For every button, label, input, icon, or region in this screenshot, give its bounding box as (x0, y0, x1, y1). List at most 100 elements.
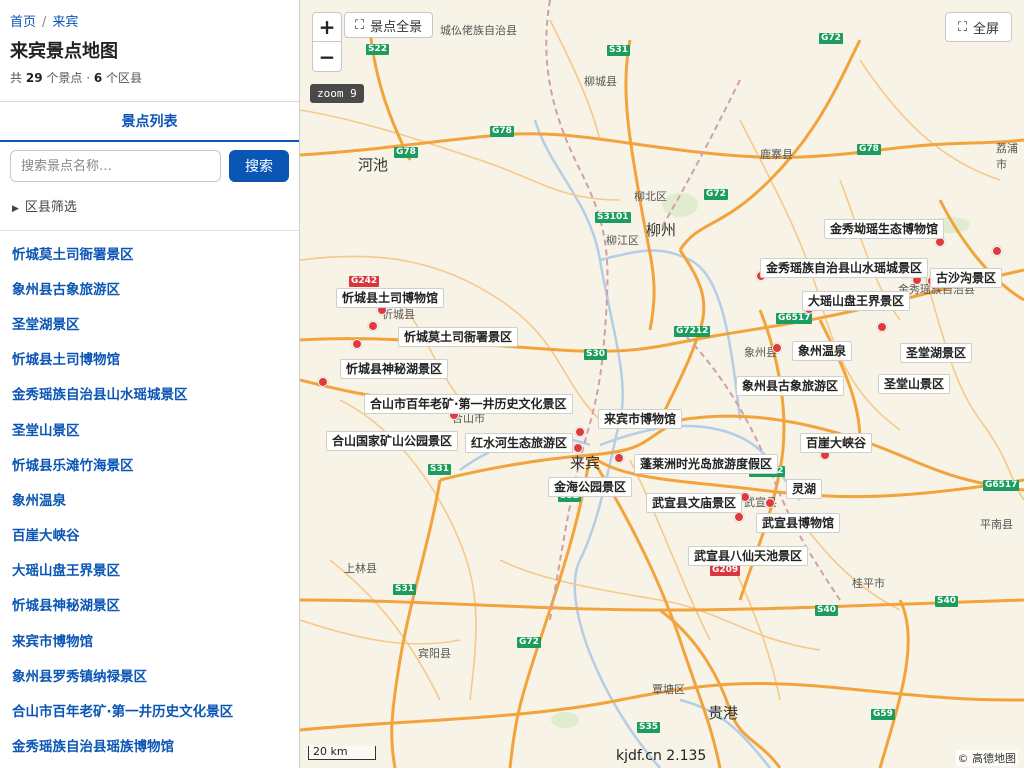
map-town-label: 覃塘区 (652, 683, 685, 696)
map-town-label: 宾阳县 (418, 647, 451, 660)
spot-map-label[interactable]: 红水河生态旅游区 (465, 433, 574, 453)
map-marker-pin[interactable] (734, 512, 744, 522)
spot-link[interactable]: 圣堂山景区 (12, 419, 80, 439)
spot-list-item[interactable]: 象州县古象旅游区 (0, 270, 299, 305)
spot-map-label[interactable]: 武宣县文庙景区 (646, 493, 743, 513)
spot-map-label[interactable]: 武宣县八仙天池景区 (688, 546, 809, 566)
district-count: 6 (93, 71, 103, 85)
spot-map-label[interactable]: 忻城莫土司衙署景区 (398, 327, 519, 347)
spot-map-label[interactable]: 忻城县神秘湖景区 (340, 359, 449, 379)
spot-link[interactable]: 忻城县神秘湖景区 (12, 594, 120, 614)
spot-list-item[interactable]: 象州县罗秀镇纳禄景区 (0, 657, 299, 692)
search-input[interactable] (10, 150, 221, 182)
tab-spot-list[interactable]: 景点列表 (0, 102, 299, 142)
spot-list-item[interactable]: 象州温泉 (0, 481, 299, 516)
spot-list-item[interactable]: 忻城莫土司衙署景区 (0, 235, 299, 270)
map[interactable]: 河池 柳州 来宾 贵港 城仫佬族自治县 柳城县 鹿寨县 柳北区 柳江区 象州县 合山市 武宣县 上林县宾… (300, 0, 1024, 768)
map-marker-pin[interactable] (352, 339, 362, 349)
spot-map-label[interactable]: 合山市百年老矿·第一井历史文化景区 (364, 394, 573, 414)
map-city-label: 河池 (358, 156, 389, 174)
spot-list-item[interactable]: 忻城县神秘湖景区 (0, 587, 299, 622)
spot-link[interactable]: 金秀瑶族自治县瑶族博物馆 (12, 735, 174, 755)
fullscreen-icon: ⛶ (957, 19, 967, 35)
road-shield: S31 (607, 45, 631, 56)
spot-link[interactable]: 忻城县土司博物馆 (12, 348, 120, 368)
spot-map-label[interactable]: 金秀坳瑶生态博物馆 (824, 219, 945, 239)
road-shield: S40 (935, 596, 959, 607)
map-marker-pin[interactable] (573, 443, 583, 453)
road-shield: S31 (393, 584, 417, 595)
spot-count: 29 (25, 71, 43, 85)
spot-link[interactable]: 合山市百年老矿·第一井历史文化景区 (12, 700, 233, 720)
spot-map-label[interactable]: 金海公园景区 (548, 477, 633, 497)
spot-link[interactable]: 忻城莫土司衙署景区 (12, 243, 134, 263)
full-view-button[interactable]: ⛶ 景点全景 (344, 12, 434, 38)
spot-map-label[interactable]: 合山国家矿山公园景区 (326, 431, 459, 451)
map-town-label: 荔浦市 (996, 142, 1018, 171)
search-row: 搜索 (0, 142, 299, 182)
spot-list-item[interactable]: 圣堂山景区 (0, 411, 299, 446)
spot-map-label[interactable]: 蓬莱洲时光岛旅游度假区 (634, 454, 779, 474)
spot-map-label[interactable]: 武宣县博物馆 (756, 513, 841, 533)
fullscreen-button[interactable]: ⛶ 全屏 (944, 12, 1012, 42)
map-town-label: 平南县 (980, 518, 1013, 531)
zoom-level-badge: zoom 9 (310, 84, 364, 103)
spot-map-label[interactable]: 灵湖 (786, 479, 823, 499)
map-town-label: 城仫佬族自治县 (440, 24, 517, 37)
road-shield: G242 (349, 276, 380, 287)
map-marker-pin[interactable] (992, 246, 1002, 256)
map-marker-pin[interactable] (368, 321, 378, 331)
road-shield: G78 (394, 147, 418, 158)
map-marker-pin[interactable] (614, 453, 624, 463)
map-marker-pin[interactable] (765, 498, 775, 508)
breadcrumb-home[interactable]: 首页 (10, 15, 36, 30)
road-shield: G78 (490, 126, 514, 137)
map-marker-pin[interactable] (772, 343, 782, 353)
spot-list: 忻城莫土司衙署景区 象州县古象旅游区 圣堂湖景区忻城县土司博物馆金秀瑶族自治县山水瑶… (0, 230, 299, 763)
spot-map-label[interactable]: 圣堂湖景区 (900, 343, 973, 363)
spot-list-item[interactable]: 金秀瑶族自治县瑶族博物馆 (0, 728, 299, 763)
map-town-label: 上林县 (344, 562, 377, 575)
breadcrumb: 首页 / 来宾 (10, 14, 289, 32)
spot-link[interactable]: 大瑶山盘王界景区 (12, 559, 120, 579)
spot-link[interactable]: 象州县古象旅游区 (12, 278, 120, 298)
spot-map-label[interactable]: 金秀瑶族自治县山水瑶城景区 (760, 258, 929, 278)
spot-list-item[interactable]: 圣堂湖景区 (0, 305, 299, 340)
spot-link[interactable]: 忻城县乐滩竹海景区 (12, 454, 134, 474)
spot-link[interactable]: 金秀瑶族自治县山水瑶城景区 (12, 383, 188, 403)
spot-link[interactable]: 象州县罗秀镇纳禄景区 (12, 665, 147, 685)
spot-list-item[interactable]: 百崖大峡谷 (0, 517, 299, 552)
spot-list-item[interactable]: 合山市百年老矿·第一井历史文化景区 (0, 692, 299, 727)
spot-link[interactable]: 象州温泉 (12, 489, 66, 509)
map-marker-pin[interactable] (877, 322, 887, 332)
spot-link[interactable]: 圣堂湖景区 (12, 313, 80, 333)
spot-map-label[interactable]: 圣堂山景区 (878, 374, 951, 394)
spot-list-item[interactable]: 大瑶山盘王界景区 (0, 552, 299, 587)
sidebar-header: 首页 / 来宾 来宾景点地图 共 29 个景点 · 6 个区县 (0, 0, 299, 102)
spot-map-label[interactable]: 大瑶山盘王界景区 (802, 291, 911, 311)
zoom-out-button[interactable]: − (313, 42, 341, 71)
zoom-in-button[interactable]: + (313, 13, 341, 42)
spot-map-label[interactable]: 象州县古象旅游区 (736, 376, 845, 396)
spot-map-label[interactable]: 来宾市博物馆 (598, 409, 683, 429)
district-filter-toggle[interactable]: ▶ 区县筛选 (0, 182, 299, 224)
spot-map-label[interactable]: 百崖大峡谷 (800, 433, 873, 453)
sidebar: 首页 / 来宾 来宾景点地图 共 29 个景点 · 6 个区县 景点列表 搜索 ▶ 区… (0, 0, 300, 768)
map-marker-pin[interactable] (318, 377, 328, 387)
spot-link[interactable]: 来宾市博物馆 (12, 630, 93, 650)
search-button[interactable]: 搜索 (229, 150, 289, 182)
spot-link[interactable]: 百崖大峡谷 (12, 524, 80, 544)
breadcrumb-current[interactable]: 来宾 (52, 15, 78, 30)
spot-map-label[interactable]: 忻城县土司博物馆 (336, 288, 445, 308)
road-shield: S40 (815, 605, 839, 616)
map-marker-pin[interactable] (575, 427, 585, 437)
scale-bar: 20 km (308, 746, 376, 760)
road-shield: G7212 (674, 326, 711, 337)
spot-list-item[interactable]: 忻城县土司博物馆 (0, 341, 299, 376)
spot-unit: 个景点 · (46, 71, 91, 85)
spot-map-label[interactable]: 象州温泉 (792, 341, 853, 361)
spot-map-label[interactable]: 古沙沟景区 (930, 268, 1003, 288)
spot-list-item[interactable]: 金秀瑶族自治县山水瑶城景区 (0, 376, 299, 411)
spot-list-item[interactable]: 忻城县乐滩竹海景区 (0, 446, 299, 481)
spot-list-item[interactable]: 来宾市博物馆 (0, 622, 299, 657)
